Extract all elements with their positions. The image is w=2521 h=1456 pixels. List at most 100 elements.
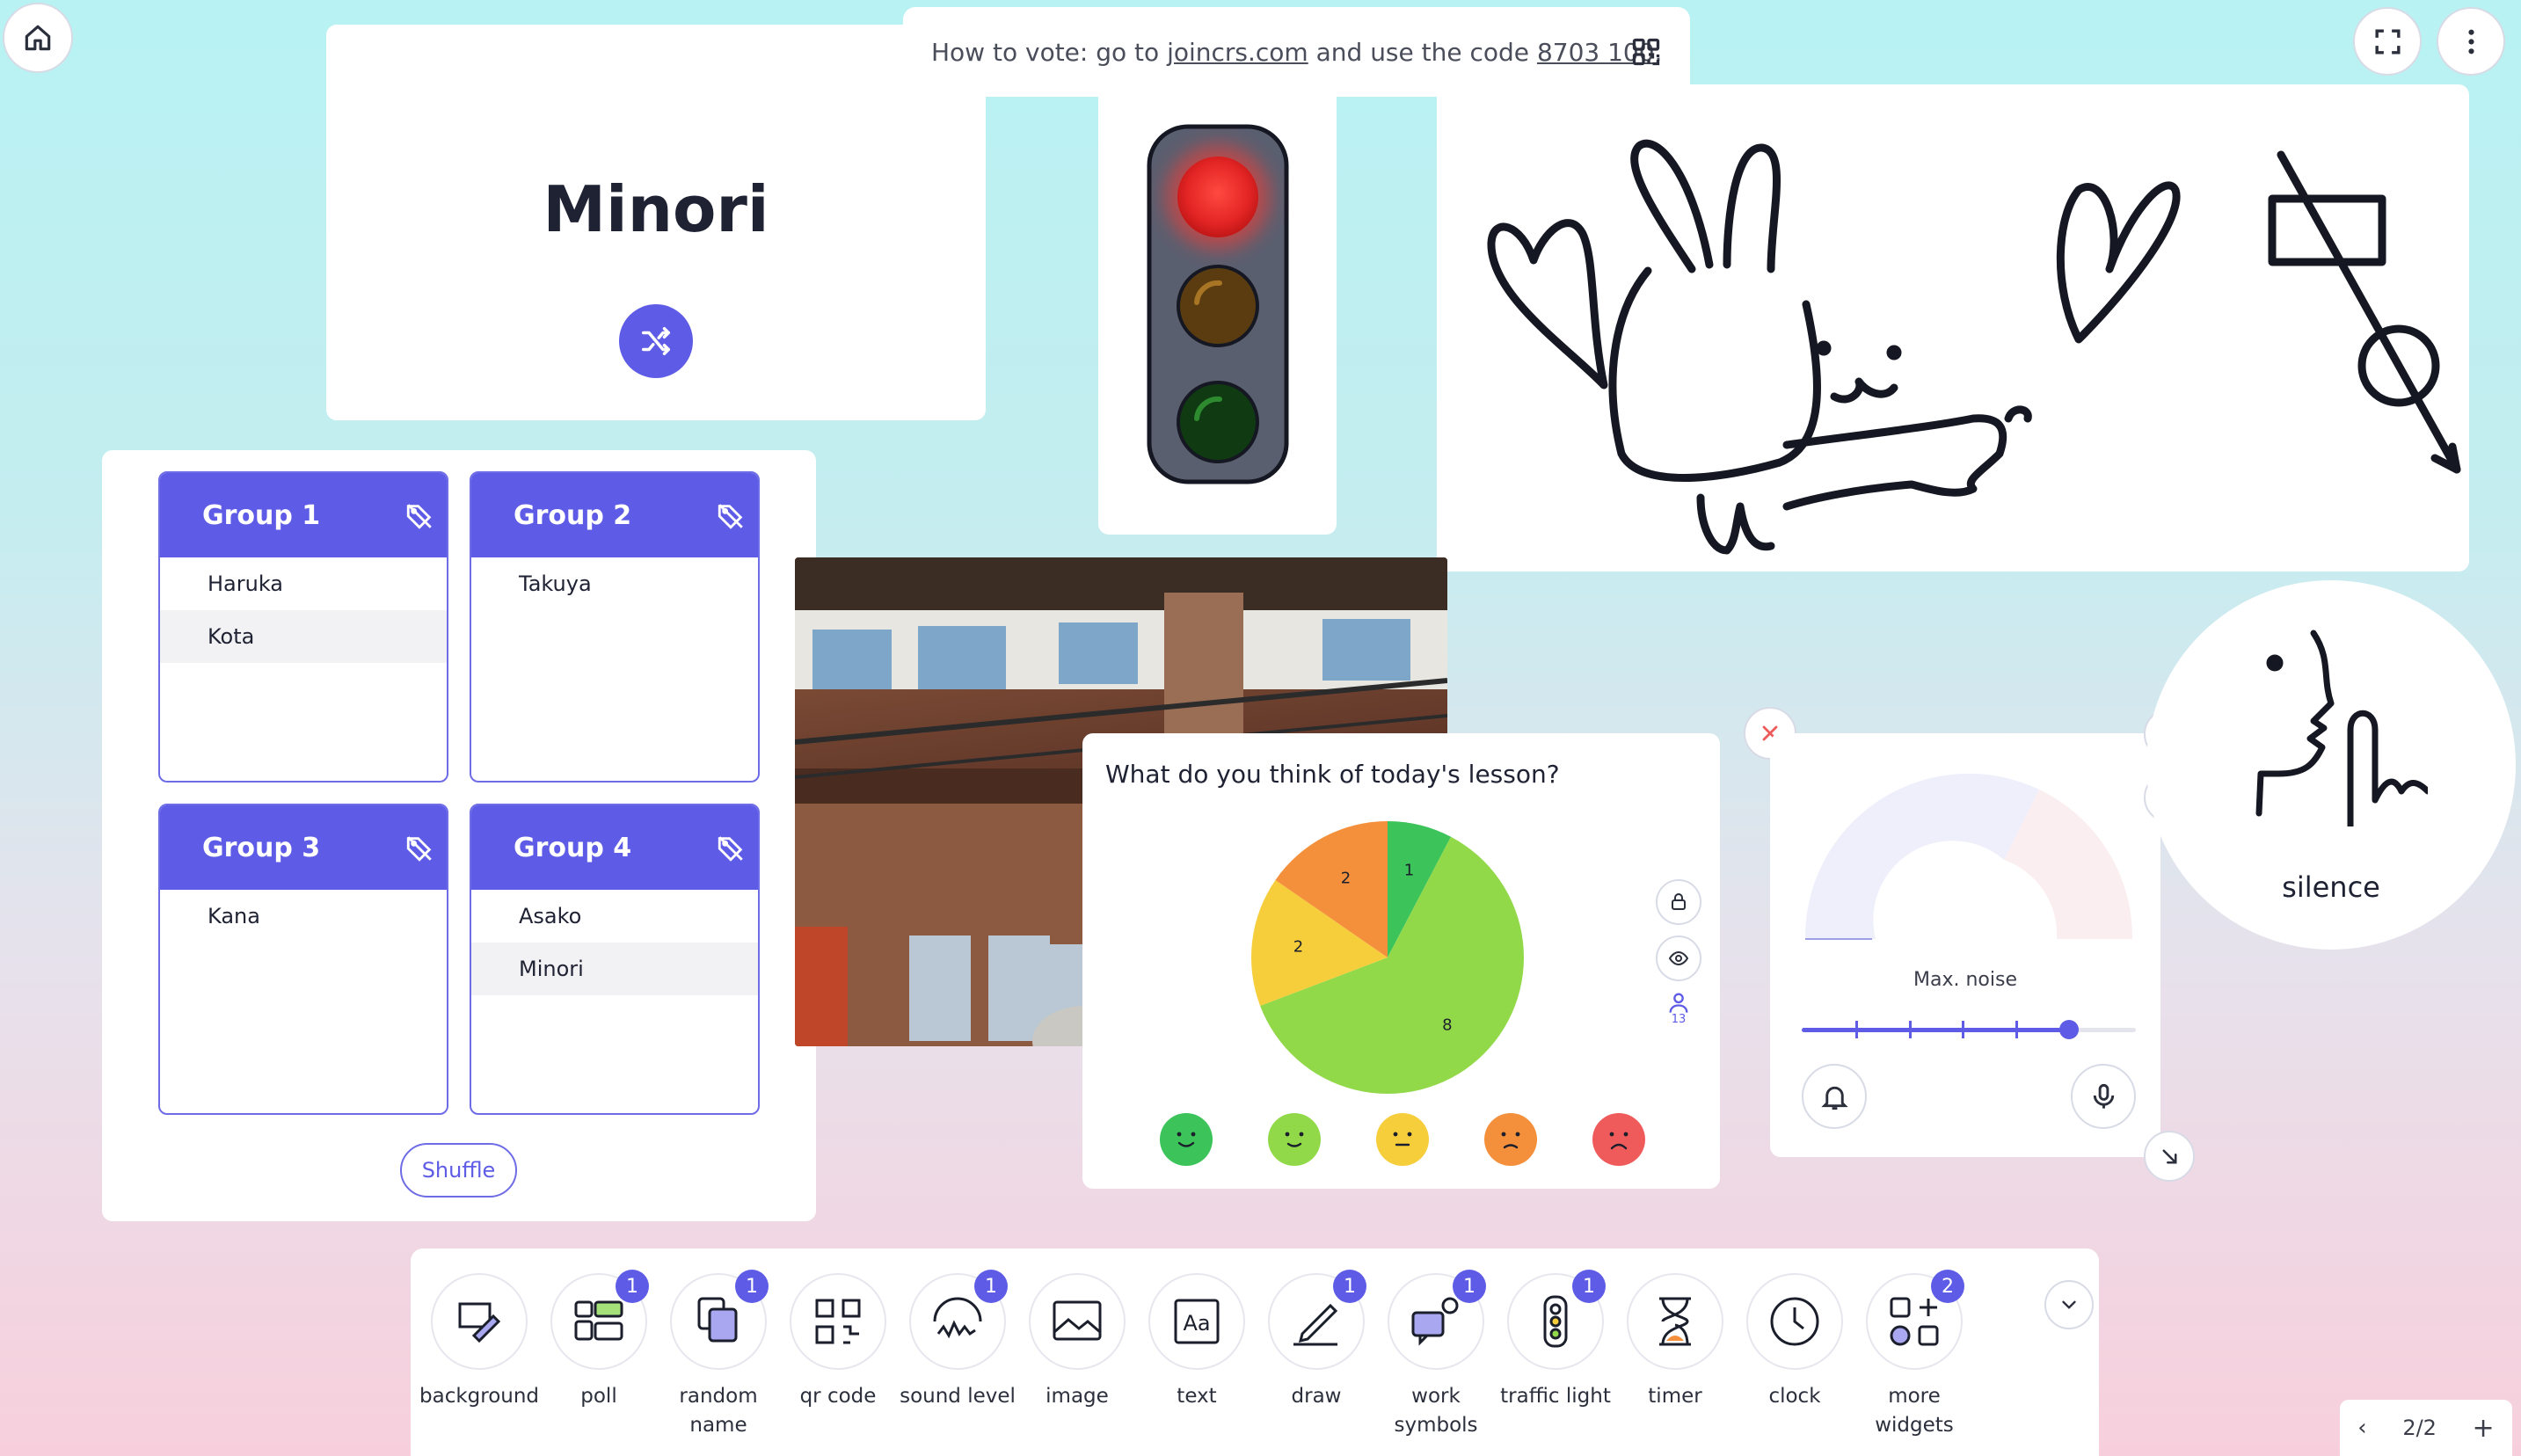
poll-question: What do you think of today's lesson?: [1105, 760, 1560, 789]
toolbar-icon-wrap[interactable]: 1: [1388, 1270, 1486, 1370]
group-member[interactable]: Takuya: [471, 557, 758, 610]
microphone-button[interactable]: [2071, 1064, 2136, 1129]
toolbar-icon-wrap[interactable]: 1: [909, 1270, 1008, 1370]
prev-page-button[interactable]: ‹: [2357, 1415, 2366, 1441]
poll-lock-button[interactable]: [1656, 879, 1701, 925]
lock-icon: [1672, 893, 1686, 910]
emoji-face-icon: [1376, 1113, 1429, 1166]
vote-prefix: How to vote: go to: [931, 37, 1160, 67]
resize-handle[interactable]: [2144, 1131, 2195, 1182]
max-noise-slider[interactable]: [1802, 1016, 2136, 1043]
group-title: Group 2: [514, 499, 632, 531]
poll-option-happy[interactable]: [1266, 1111, 1322, 1168]
add-page-button[interactable]: +: [2473, 1413, 2495, 1444]
toolbar-icon-wrap[interactable]: Aa: [1148, 1273, 1245, 1370]
home-button[interactable]: [3, 3, 73, 73]
count-badge: 1: [974, 1270, 1008, 1303]
poll-option-very-happy[interactable]: [1158, 1111, 1214, 1168]
group-member[interactable]: Asako: [471, 890, 758, 943]
slider-thumb[interactable]: [2059, 1020, 2079, 1039]
emoji-face-icon: [1484, 1113, 1537, 1166]
traffic-light-graphic[interactable]: [1098, 95, 1337, 535]
toolbar-icon-wrap[interactable]: 1: [1507, 1270, 1606, 1370]
toolbar-background-button[interactable]: background: [419, 1273, 539, 1411]
toolbar-label: poll: [580, 1385, 617, 1408]
toolbar-traffic-light-button[interactable]: 1 traffic light: [1496, 1270, 1615, 1411]
microphone-icon: [2093, 1083, 2114, 1109]
toolbar-icon-wrap[interactable]: 1: [550, 1270, 649, 1370]
toolbar-qr-code-button[interactable]: qr code: [778, 1273, 898, 1411]
poll-visibility-button[interactable]: [1656, 935, 1701, 981]
toolbar-sound-level-button[interactable]: 1 sound level: [898, 1270, 1017, 1411]
count-badge: 2: [1931, 1270, 1964, 1303]
toolbar-more-widgets-button[interactable]: 2 more widgets: [1854, 1270, 1974, 1440]
toolbar-icon-wrap[interactable]: 2: [1866, 1270, 1964, 1370]
tag-edit-icon[interactable]: [404, 501, 434, 531]
group-member[interactable]: Kana: [160, 890, 447, 943]
pie-label: 2: [1341, 869, 1351, 887]
fullscreen-button[interactable]: [2353, 7, 2422, 76]
participants-icon: [1669, 993, 1688, 1013]
vote-banner: How to vote: go to joincrs.com and use t…: [903, 7, 1690, 97]
toolbar-poll-button[interactable]: 1 poll: [539, 1270, 659, 1411]
toolbar-icon-wrap[interactable]: 1: [670, 1270, 769, 1370]
max-noise-label: Max. noise: [1913, 969, 2017, 991]
count-badge: 1: [1572, 1270, 1606, 1303]
group-member[interactable]: Kota: [160, 610, 447, 663]
random-name-text: Minori: [543, 172, 769, 246]
participants-count: 13: [1671, 1013, 1687, 1026]
qr-icon[interactable]: [1630, 36, 1662, 68]
pie-label: 8: [1442, 1016, 1452, 1035]
toolbar-label: traffic light: [1500, 1385, 1611, 1408]
work-symbol-widget[interactable]: silence: [2146, 580, 2516, 950]
toolbar-timer-button[interactable]: timer: [1615, 1273, 1735, 1411]
bell-icon: [1820, 1086, 1848, 1110]
sound-level-widget: Max. noise: [1770, 733, 2160, 1157]
eye-icon: [1668, 950, 1689, 966]
shuffle-icon: [642, 327, 670, 355]
toolbar-random-name-button[interactable]: 1 random name: [659, 1270, 778, 1440]
count-badge: 1: [1333, 1270, 1366, 1303]
page-indicator: 2/2: [2402, 1416, 2437, 1440]
background-icon: [458, 1302, 501, 1343]
bell-button[interactable]: [1802, 1064, 1867, 1129]
toolbar-icon-wrap[interactable]: 1: [1268, 1270, 1366, 1370]
more-menu-button[interactable]: [2437, 7, 2505, 76]
fullscreen-icon: [2374, 28, 2401, 55]
image-icon: [1053, 1300, 1102, 1341]
toolbar-icon-wrap[interactable]: [1029, 1273, 1126, 1370]
svg-text:Aa: Aa: [1183, 1311, 1210, 1336]
chevron-down-icon: [2062, 1300, 2076, 1309]
toolbar-icon-wrap[interactable]: [1746, 1273, 1843, 1370]
timer-icon: [1659, 1297, 1691, 1346]
group-member[interactable]: Minori: [471, 943, 758, 995]
toolbar-collapse-button[interactable]: [2044, 1280, 2094, 1329]
toolbar-work-symbols-button[interactable]: 1 work symbols: [1376, 1270, 1496, 1440]
tag-edit-icon[interactable]: [404, 834, 434, 863]
poll-option-very-unhappy[interactable]: [1591, 1111, 1647, 1168]
toolbar-draw-button[interactable]: 1 draw: [1257, 1270, 1376, 1411]
groups-shuffle-button[interactable]: Shuffle: [400, 1143, 517, 1198]
poll-option-neutral[interactable]: [1374, 1111, 1431, 1168]
toolbar-label: clock: [1768, 1385, 1821, 1408]
emoji-face-icon: [1592, 1113, 1645, 1166]
toolbar-icon-wrap[interactable]: [790, 1273, 886, 1370]
toolbar-text-button[interactable]: Aa text: [1137, 1273, 1257, 1411]
toolbar-clock-button[interactable]: clock: [1735, 1273, 1854, 1411]
drawing-widget[interactable]: [1437, 84, 2469, 571]
poll-option-unhappy[interactable]: [1483, 1111, 1539, 1168]
group-member[interactable]: Haruka: [160, 557, 447, 610]
toolbar-label: sound level: [900, 1385, 1016, 1408]
drawing-canvas[interactable]: [1437, 84, 2469, 571]
tag-edit-icon[interactable]: [716, 501, 746, 531]
group-card-1: Group 1 Haruka Kota: [158, 471, 448, 783]
toolbar-icon-wrap[interactable]: [1627, 1273, 1723, 1370]
toolbar-label: text: [1177, 1385, 1217, 1408]
toolbar-image-button[interactable]: image: [1017, 1273, 1137, 1411]
traffic-light-widget: [1098, 95, 1337, 535]
vote-site-link[interactable]: joincrs.com: [1167, 38, 1308, 67]
text-icon: Aa: [1174, 1299, 1220, 1344]
tag-edit-icon[interactable]: [716, 834, 746, 863]
toolbar-icon-wrap[interactable]: [431, 1273, 528, 1370]
random-name-shuffle-button[interactable]: [619, 304, 693, 378]
